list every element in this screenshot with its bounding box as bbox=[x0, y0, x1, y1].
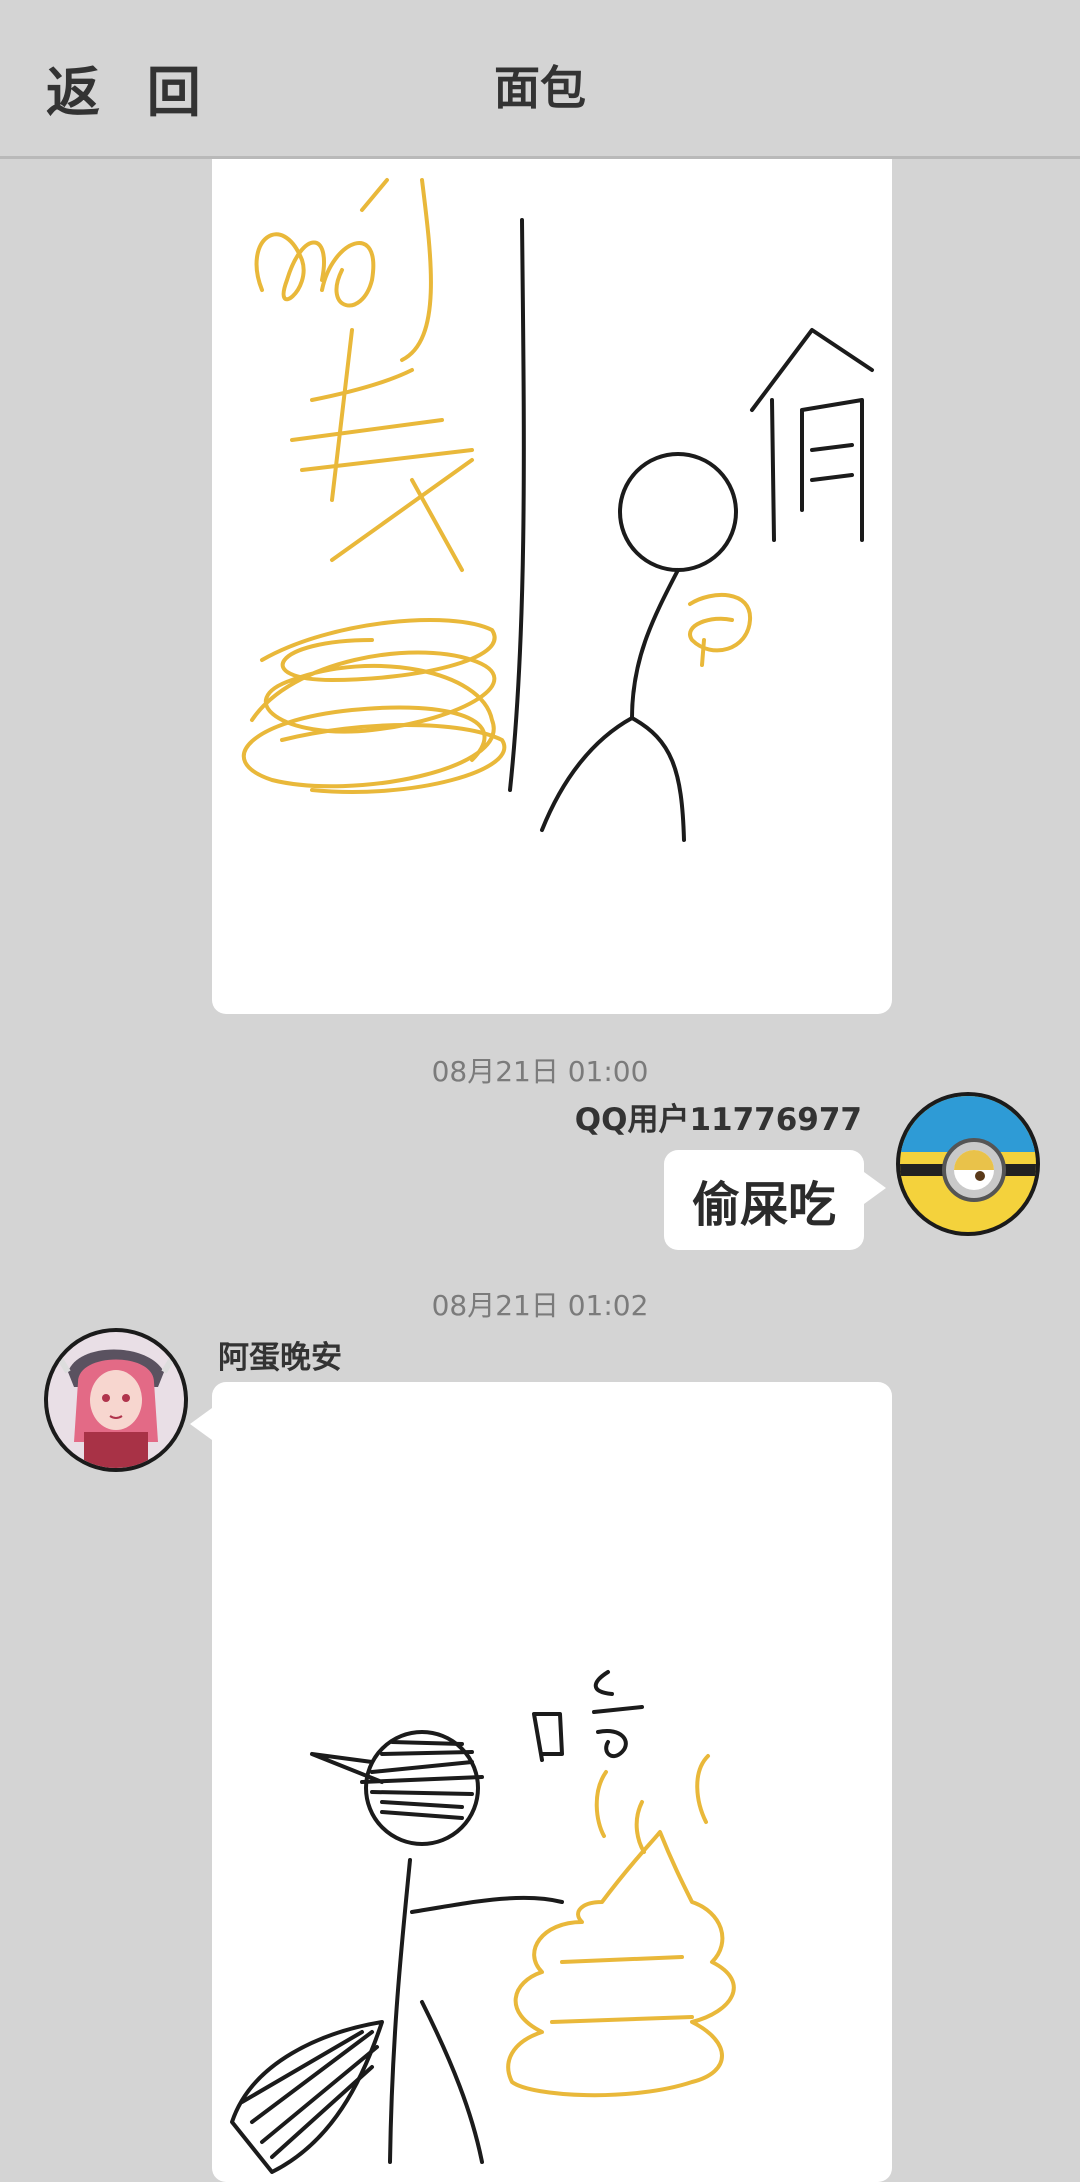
minion-avatar-icon[interactable] bbox=[896, 1092, 1040, 1236]
sender-name: 阿蛋晚安 bbox=[218, 1340, 342, 1376]
bubble-tail bbox=[190, 1408, 212, 1440]
drawing-message-2[interactable] bbox=[212, 1382, 892, 2182]
doodle-canvas-2 bbox=[230, 1670, 736, 2174]
timestamp: 08月21日 01:00 bbox=[431, 1055, 649, 1088]
anime-girl-avatar-icon[interactable] bbox=[44, 1328, 188, 1472]
message-text: 偷屎吃 bbox=[691, 1177, 836, 1233]
bubble-tail bbox=[864, 1172, 886, 1204]
doodle-canvas-1 bbox=[241, 178, 874, 842]
page-title: 面包 bbox=[494, 61, 586, 115]
top-bar: 返 回 面包 bbox=[0, 0, 1080, 159]
timestamp: 08月21日 01:02 bbox=[431, 1289, 649, 1322]
sender-name: QQ用户11776977 bbox=[574, 1102, 862, 1138]
message-bubble[interactable]: 偷屎吃 bbox=[664, 1150, 864, 1250]
drawing-message-1[interactable] bbox=[212, 120, 892, 1014]
